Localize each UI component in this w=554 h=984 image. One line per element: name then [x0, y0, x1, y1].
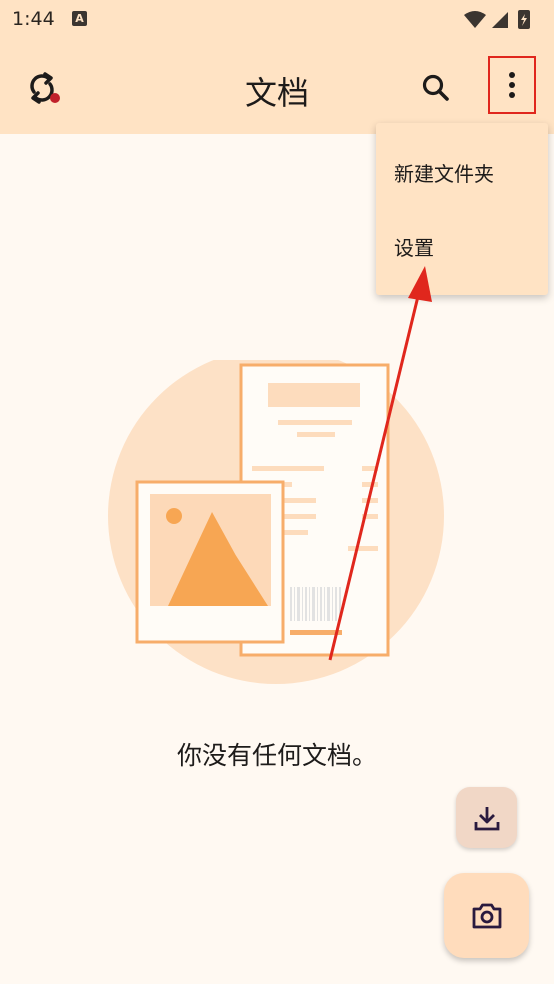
status-icons: [464, 10, 530, 29]
cell-signal-icon: [492, 12, 508, 28]
more-vert-icon: [509, 72, 515, 98]
search-button[interactable]: [414, 66, 458, 110]
empty-documents-illustration: [108, 360, 444, 684]
status-bar: 1:44 A: [0, 0, 554, 40]
import-document-button[interactable]: [456, 787, 517, 848]
status-time: 1:44: [12, 8, 55, 30]
wifi-icon: [464, 11, 486, 28]
empty-state-message: 你没有任何文档。: [176, 741, 377, 770]
camera-icon: [472, 903, 501, 928]
menu-item-new-folder[interactable]: 新建文件夹: [376, 137, 548, 211]
download-icon: [474, 806, 499, 830]
search-icon: [422, 74, 449, 101]
notification-a-icon: A: [72, 11, 87, 26]
app-bar: 文档: [0, 40, 554, 134]
page-title: 文档: [244, 74, 309, 112]
overflow-menu: 新建文件夹 设置: [376, 123, 548, 295]
more-options-button[interactable]: [488, 56, 536, 114]
camera-scan-button[interactable]: [444, 873, 529, 958]
menu-item-settings[interactable]: 设置: [376, 211, 548, 285]
